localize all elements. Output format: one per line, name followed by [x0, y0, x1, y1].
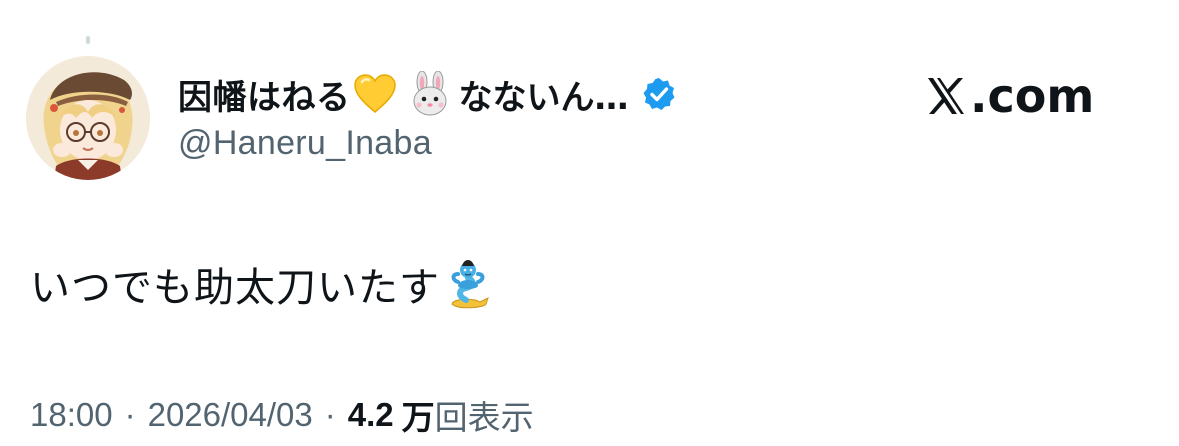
author-display-name-tail[interactable]: なないん…: [459, 70, 629, 119]
tweet-meta: 18:00 · 2026/04/03 · 4.2 万 回表示: [30, 390, 534, 440]
views-label: 回表示: [434, 398, 534, 437]
author-handle[interactable]: @Haneru_Inaba: [178, 124, 898, 163]
meta-separator: ·: [124, 396, 136, 433]
tweet-card[interactable]: 因幡はねる なないん… @Haneru_Inaba .com いつでも助太刀いた…: [0, 0, 1179, 446]
tweet-text: いつでも助太刀いたす: [30, 252, 494, 316]
rabbit-face-icon: [407, 70, 453, 117]
thread-connector: [86, 36, 90, 44]
brand-domain-text: .com: [970, 69, 1095, 123]
avatar[interactable]: [26, 56, 150, 180]
author-display-name[interactable]: 因幡はねる: [178, 70, 351, 119]
x-com-brand[interactable]: .com: [924, 66, 1094, 126]
tweet-time[interactable]: 18:00: [30, 396, 113, 434]
tweet-header: 因幡はねる なないん… @Haneru_Inaba: [178, 66, 898, 176]
genie-icon: [444, 256, 494, 312]
avatar-image: [26, 56, 150, 180]
x-logo-icon: [924, 74, 968, 118]
meta-separator: ·: [324, 396, 336, 433]
views-unit: 万: [401, 398, 435, 437]
verified-badge-icon[interactable]: [641, 76, 677, 112]
yellow-heart-icon: [353, 72, 397, 116]
author-name-row[interactable]: 因幡はねる なないん…: [178, 66, 898, 122]
tweet-date[interactable]: 2026/04/03: [148, 396, 313, 434]
tweet-body: いつでも助太刀いたす: [30, 265, 440, 311]
views-count: 4.2: [347, 396, 394, 433]
